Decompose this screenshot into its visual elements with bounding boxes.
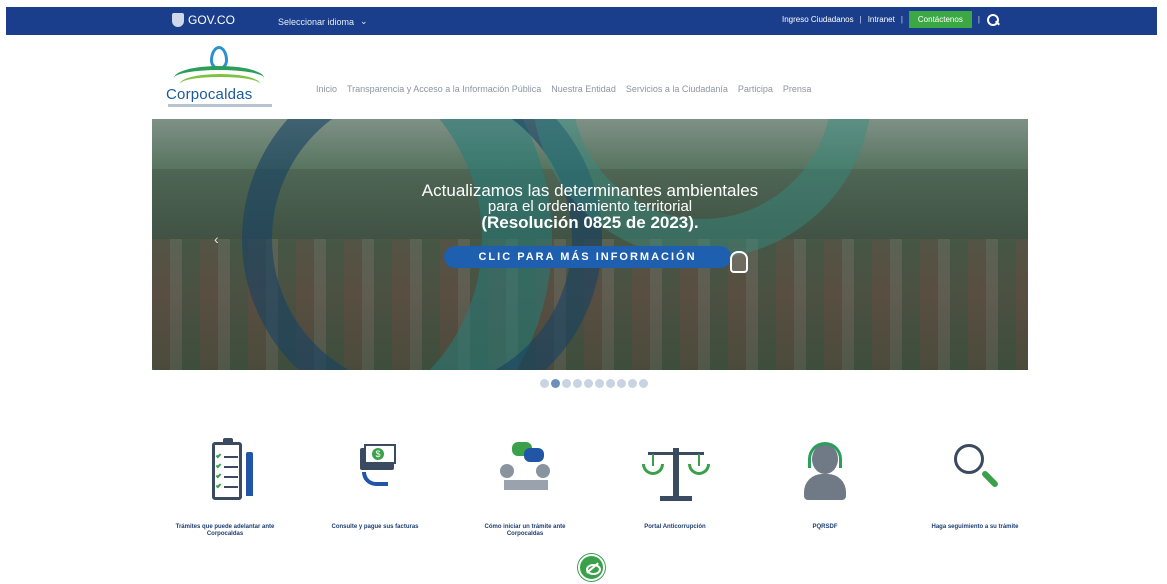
hero-cta-button[interactable]: CLIC PARA MÁS INFORMACIÓN [444, 246, 731, 268]
pay-bill-icon: $ [340, 438, 410, 508]
meeting-icon [490, 438, 560, 508]
language-selector[interactable]: Seleccionar idioma ⌄ [278, 16, 368, 27]
nav-item-inicio[interactable]: Inicio [316, 84, 337, 94]
gov-co-logo[interactable]: GOV.CO [172, 13, 235, 27]
services-row: Trámites que puede adelantar ante Corpoc… [170, 438, 1019, 558]
headset-agent-icon [790, 438, 860, 508]
brand-tagline [168, 104, 272, 107]
slider-dot[interactable] [628, 379, 637, 388]
scale-icon [640, 438, 710, 508]
brand-name: Corpocaldas [166, 86, 253, 103]
separator: | [977, 15, 980, 24]
separator: | [859, 15, 862, 24]
slider-dot[interactable] [573, 379, 582, 388]
slider-pagination [540, 379, 648, 388]
service-seguimiento[interactable]: Haga seguimiento a su trámite [920, 438, 1030, 531]
contact-button[interactable]: Contáctenos [908, 11, 972, 28]
chevron-down-icon: ⌄ [360, 16, 368, 26]
colombia-crest-icon [172, 13, 184, 27]
hero-overlay [152, 119, 1028, 370]
link-intranet[interactable]: Intranet [868, 15, 895, 24]
service-pqrsdf[interactable]: PQRSDF [770, 438, 880, 531]
nav-item-participa[interactable]: Participa [738, 84, 773, 94]
service-label: Portal Anticorrupción [644, 524, 706, 530]
hero-slider[interactable]: ‹ Actualizamos las determinantes ambient… [152, 119, 1028, 370]
hero-headline-3: (Resolución 0825 de 2023). [481, 213, 699, 232]
slider-dot[interactable] [562, 379, 571, 388]
magnifier-icon [940, 438, 1010, 508]
service-tramites[interactable]: Trámites que puede adelantar ante Corpoc… [170, 438, 280, 538]
gov-top-bar: GOV.CO Seleccionar idioma ⌄ Ingreso Ciud… [6, 7, 1157, 35]
slider-dot[interactable] [551, 379, 560, 388]
gov-right-links: Ingreso Ciudadanos | Intranet | Contácte… [782, 11, 1000, 28]
slider-prev-arrow-icon[interactable]: ‹ [214, 231, 219, 247]
service-label: Cómo iniciar un trámite ante Corpocaldas [484, 524, 566, 537]
nav-item-transparencia[interactable]: Transparencia y Acceso a la Información … [347, 84, 541, 94]
slider-dot[interactable] [639, 379, 648, 388]
nav-item-servicios[interactable]: Servicios a la Ciudadanía [626, 84, 728, 94]
slider-dot[interactable] [584, 379, 593, 388]
clipboard-checklist-icon [190, 438, 260, 508]
language-selector-label: Seleccionar idioma [278, 16, 355, 27]
accessibility-eye-icon[interactable] [578, 554, 605, 581]
nav-item-nuestra-entidad[interactable]: Nuestra Entidad [551, 84, 616, 94]
service-label: PQRSDF [812, 524, 838, 530]
service-label: Haga seguimiento a su trámite [931, 524, 1019, 530]
slider-dot[interactable] [606, 379, 615, 388]
service-iniciar-tramite[interactable]: Cómo iniciar un trámite ante Corpocaldas [470, 438, 580, 538]
separator: | [900, 15, 903, 24]
link-ingreso-ciudadanos[interactable]: Ingreso Ciudadanos [782, 15, 854, 24]
slider-dot[interactable] [595, 379, 604, 388]
gov-co-label: GOV.CO [188, 13, 235, 27]
nav-item-prensa[interactable]: Prensa [783, 84, 812, 94]
corpocaldas-logo[interactable]: Corpocaldas [166, 44, 276, 116]
service-anticorrupcion[interactable]: Portal Anticorrupción [620, 438, 730, 531]
slider-dot[interactable] [617, 379, 626, 388]
service-label: Trámites que puede adelantar ante Corpoc… [175, 524, 275, 537]
hand-pointer-icon [730, 251, 748, 273]
service-facturas[interactable]: $ Consulte y pague sus facturas [320, 438, 430, 531]
slider-dot[interactable] [540, 379, 549, 388]
service-label: Consulte y pague sus facturas [331, 524, 419, 530]
search-icon[interactable] [986, 13, 1000, 27]
main-nav: Inicio Transparencia y Acceso a la Infor… [316, 84, 811, 94]
